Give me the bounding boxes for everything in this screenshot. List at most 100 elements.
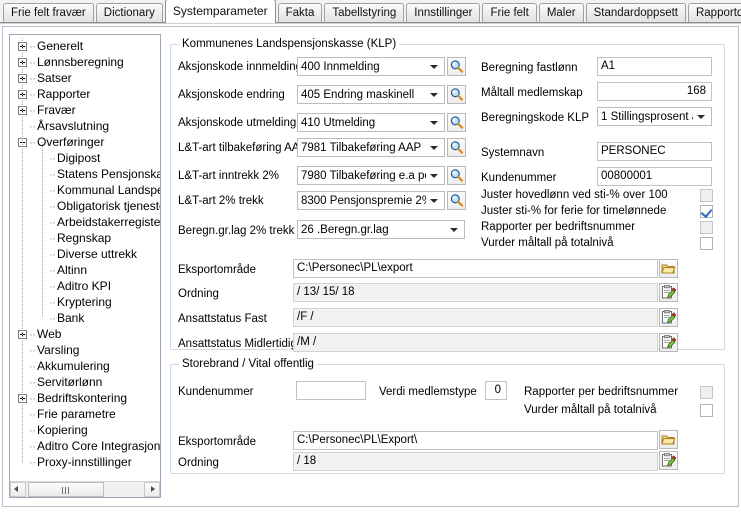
edit-klp-ansattstatus-fast-button[interactable] — [659, 308, 678, 327]
tree-item-kommunal-landspensjonskasse[interactable]: ··Kommunal Landspensjonskasse — [10, 182, 160, 198]
checkbox-klp-rapporter-per-bedriftsnummer[interactable] — [700, 221, 713, 234]
chevron-down-icon — [697, 114, 705, 119]
combo-lt-trekk-value: 8300 Pensjonspremie 2% — [301, 194, 426, 207]
edit-klp-ordning-button[interactable] — [659, 283, 678, 302]
input-klp-ansattstatus-midlertidig[interactable]: /M / — [293, 333, 658, 352]
tree-item-rapporter[interactable]: ·· Rapporter — [10, 86, 160, 102]
label-klp-checkbox-1: Juster sti-% for ferie for timelønnede — [481, 205, 667, 217]
tree-item-aditro-kpi[interactable]: ·· Aditro KPI — [10, 278, 160, 294]
tree-item-digipost[interactable]: ·· Digipost — [10, 150, 160, 166]
label-verdi-medlemstype: Verdi medlemstype — [379, 386, 477, 398]
tree-item-servit-rl-nn[interactable]: ·· Servitørlønn — [10, 374, 160, 390]
tree-item-kryptering[interactable]: ·· Kryptering — [10, 294, 160, 310]
tree-item-bank[interactable]: ·· Bank — [10, 310, 160, 326]
tree-item-diverse-uttrekk[interactable]: ·· Diverse uttrekk — [10, 246, 160, 262]
tab-bar-underline — [0, 22, 741, 23]
search-lt-inntrekk-button[interactable] — [447, 166, 466, 185]
search-lt-tilbakefoering-button[interactable] — [447, 138, 466, 157]
scrollbar-thumb[interactable] — [28, 482, 104, 497]
input-klp-ansattstatus-fast[interactable]: /F / — [293, 308, 658, 327]
browse-klp-eksportomrade-button[interactable] — [659, 259, 678, 278]
combo-aksjonskode-endring[interactable]: 405 Endring maskinell — [297, 85, 445, 104]
tree-item-label: Akkumulering — [37, 359, 110, 373]
input-klp-ordning[interactable]: / 13/ 15/ 18 — [293, 283, 658, 302]
browse-sb-eksportomrade-button[interactable] — [659, 430, 678, 449]
search-aksjonskode-utmelding-button[interactable] — [447, 113, 466, 132]
tree-horizontal-scrollbar[interactable] — [10, 481, 160, 497]
scroll-left-button[interactable] — [10, 482, 26, 497]
combo-aksjonskode-utmelding[interactable]: 410 Utmelding — [297, 113, 445, 132]
combo-aksjonskode-innmelding[interactable]: 400 Innmelding — [297, 57, 445, 76]
tab-rapportdefinisjoner-altinn[interactable]: Rapportdefinisjoner Altinn — [687, 3, 741, 23]
input-klp-eksportomrade[interactable]: C:\Personec\PL\export — [293, 259, 658, 278]
tree-item-satser[interactable]: ·· Satser — [10, 70, 160, 86]
scroll-right-button[interactable] — [144, 482, 160, 497]
tab-systemparameter[interactable]: Systemparameter — [164, 0, 276, 23]
checkbox-juster-sti-ferie[interactable] — [700, 205, 713, 219]
checkbox-sb-vurder-maltall[interactable] — [700, 404, 713, 417]
tree-item-regnskap[interactable]: ·· Regnskap — [10, 230, 160, 246]
tree-item-akkumulering[interactable]: ·· Akkumulering — [10, 358, 160, 374]
combo-beregningskode-klp[interactable]: 1 Stillingsprosent ar — [597, 107, 712, 126]
label-beregningskode-klp: Beregningskode KLP — [481, 112, 590, 124]
tree-item-frav-r[interactable]: ·· Fravær — [10, 102, 160, 118]
checkbox-klp-vurder-maltall[interactable] — [700, 237, 713, 250]
tab-frie-felt-frav-r[interactable]: Frie felt fravær — [3, 3, 94, 23]
tree-item-obligatorisk-tjenestepensjon[interactable]: ··Obligatorisk tjenestepensjon — [10, 198, 160, 214]
tree-item-overf-ringer[interactable]: ·· Overføringer — [10, 134, 160, 150]
chevron-down-icon — [430, 145, 438, 150]
tab-bar[interactable]: Frie felt fravær Dictionary Systemparamete… — [0, 0, 741, 23]
tree-item-web[interactable]: ·· Web — [10, 326, 160, 342]
combo-beregn-grlag[interactable]: 26 .Beregn.gr.lag — [297, 220, 465, 239]
input-systemnavn[interactable]: PERSONEC — [597, 142, 712, 161]
tree-item-frie-parametre[interactable]: ·· Frie parametre — [10, 406, 160, 422]
input-klp-kundenummer[interactable]: 00800001 — [597, 167, 712, 186]
edit-klp-ansattstatus-midlertidig-button[interactable] — [659, 333, 678, 352]
clipboard-pencil-icon — [662, 310, 676, 324]
tree-item-kopiering[interactable]: ·· Kopiering — [10, 422, 160, 438]
chevron-down-icon — [430, 120, 438, 125]
tab-standardoppsett[interactable]: Standardoppsett — [585, 3, 686, 23]
tree-connector-icon: ·· — [49, 279, 56, 293]
tree-item-bedriftskontering[interactable]: ·· Bedriftskontering — [10, 390, 160, 406]
tree-item-arbeidstakerregisteret[interactable]: ··Arbeidstakerregisteret — [10, 214, 160, 230]
edit-sb-ordning-button[interactable] — [659, 451, 678, 470]
combo-lt-tilbakefoering[interactable]: 7981 Tilbakeføring AAP — [297, 138, 445, 157]
label-klp-checkbox-2: Rapporter per bedriftsnummer — [481, 221, 636, 233]
tab-innstillinger[interactable]: Innstillinger — [406, 3, 481, 23]
input-sb-ordning[interactable]: / 18 — [293, 452, 658, 471]
tree-guide-line — [22, 38, 23, 464]
search-aksjonskode-endring-button[interactable] — [447, 85, 466, 104]
tab-frie-felt[interactable]: Frie felt — [482, 3, 537, 23]
input-verdi-medlemstype[interactable]: 0 — [485, 381, 507, 400]
tree-item-l-nnsberegning[interactable]: ·· Lønnsberegning — [10, 54, 160, 70]
tree-item-altinn[interactable]: ·· Altinn — [10, 262, 160, 278]
tab-fakta[interactable]: Fakta — [277, 3, 323, 23]
combo-lt-tilbakefoering-value: 7981 Tilbakeføring AAP — [301, 141, 422, 154]
tree-connector-icon: ·· — [29, 375, 36, 389]
tree-item-label: Servitørlønn — [37, 375, 103, 389]
search-aksjonskode-innmelding-button[interactable] — [447, 57, 466, 76]
input-sb-kundenummer[interactable] — [296, 381, 366, 400]
tree-item-label: Overføringer — [37, 135, 105, 149]
tree-item-aditro-core-integrasjon[interactable]: ·· Aditro Core Integrasjon — [10, 438, 160, 454]
tree-item-varsling[interactable]: ·· Varsling — [10, 342, 160, 358]
combo-lt-inntrekk[interactable]: 7980 Tilbakeføring e.a pen — [297, 166, 445, 185]
input-maltall-medlemskap[interactable]: 168 — [597, 82, 712, 101]
tab-tabellstyring[interactable]: Tabellstyring — [324, 3, 405, 23]
checkbox-juster-hovedlonn[interactable] — [700, 189, 713, 202]
input-sb-eksportomrade[interactable]: C:\Personec\PL\Export\ — [293, 431, 658, 450]
combo-lt-trekk[interactable]: 8300 Pensjonspremie 2% — [297, 191, 445, 210]
tree-item-proxy-innstillinger[interactable]: ·· Proxy-innstillinger — [10, 454, 160, 470]
search-lt-trekk-button[interactable] — [447, 191, 466, 210]
settings-tree-panel[interactable]: ·· Generelt ·· Lønnsberegning ·· Satser ·· Rapp… — [9, 34, 161, 498]
tab-dictionary[interactable]: Dictionary — [95, 3, 163, 23]
checkbox-sb-rapporter-per-bedriftsnummer[interactable] — [700, 386, 713, 399]
settings-tree[interactable]: ·· Generelt ·· Lønnsberegning ·· Satser ·· Rapp… — [10, 35, 160, 481]
tree-item-generelt[interactable]: ·· Generelt — [10, 38, 160, 54]
tree-item-rsavslutning[interactable]: ·· Årsavslutning — [10, 118, 160, 134]
tree-guide-line — [42, 142, 43, 318]
input-beregning-fastlonn[interactable]: A1 — [597, 57, 712, 76]
tree-item-statens-pensjonskasse[interactable]: ··Statens Pensjonskasse — [10, 166, 160, 182]
tab-maler[interactable]: Maler — [538, 3, 584, 23]
